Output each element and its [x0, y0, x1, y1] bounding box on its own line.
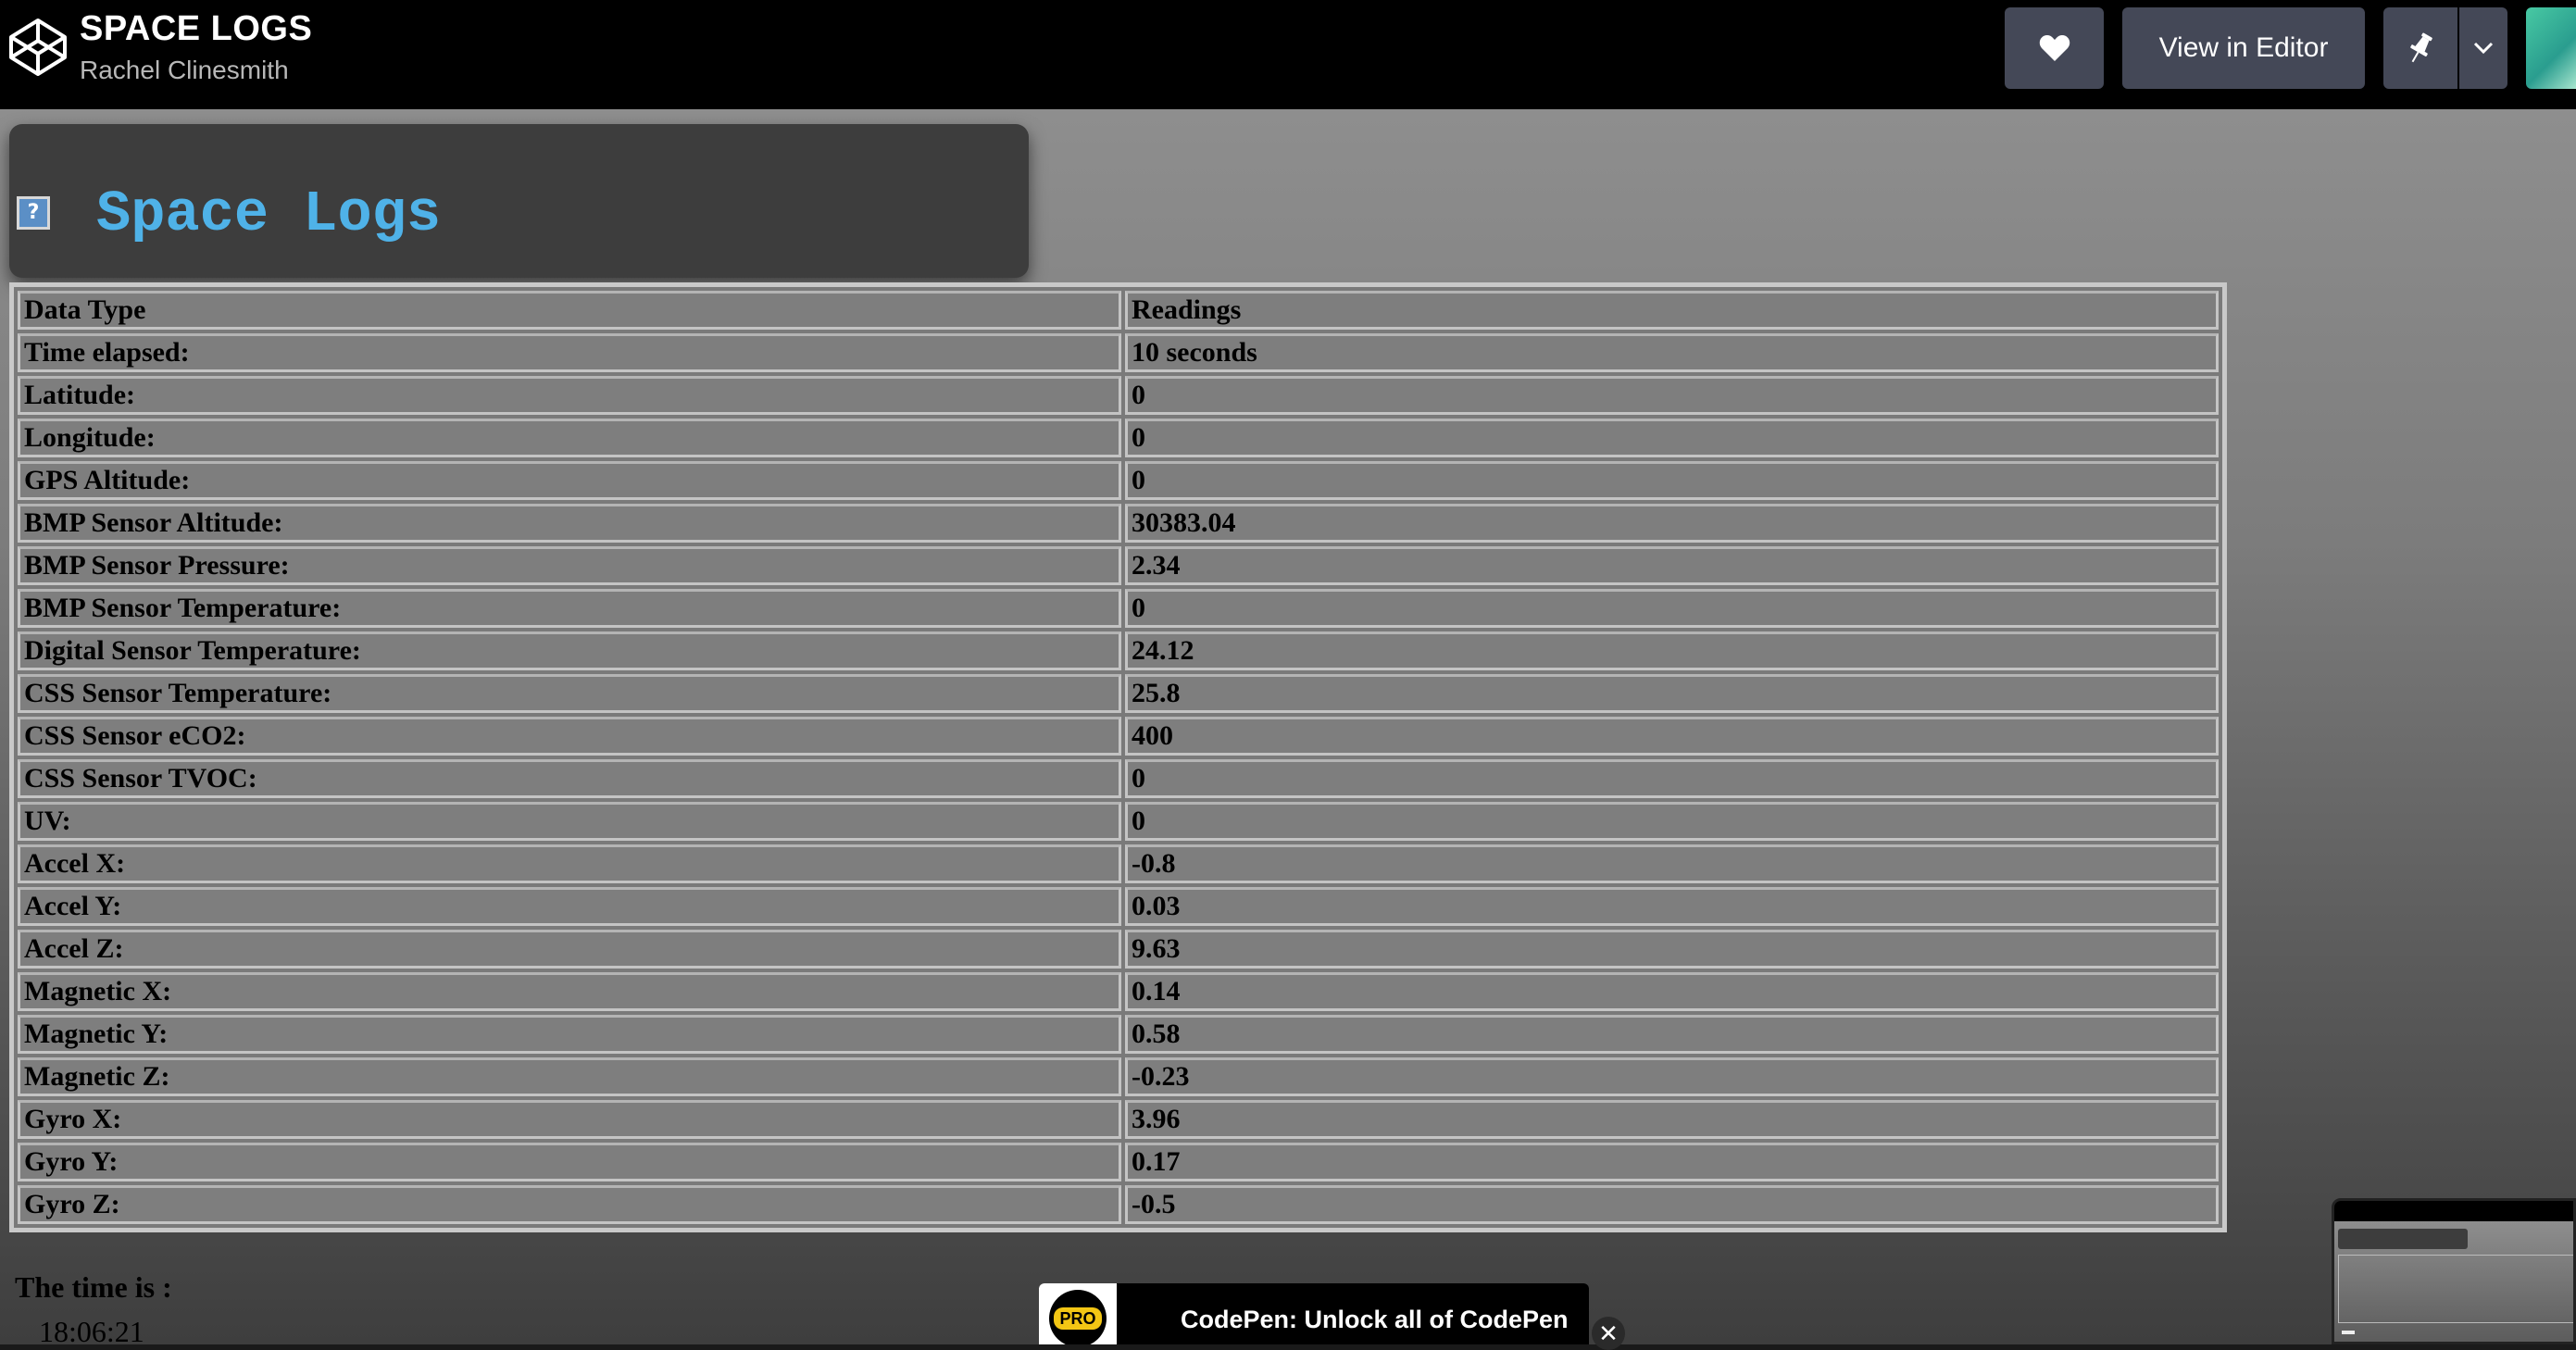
row-value: 30383.04 — [1125, 504, 2219, 543]
pro-badge-label: PRO — [1054, 1307, 1102, 1330]
table-row: CSS Sensor TVOC: 0 — [18, 759, 2219, 798]
time-value: 18:06:21 — [39, 1315, 144, 1344]
table-row: Gyro Z: -0.5 — [18, 1185, 2219, 1224]
table-row: CSS Sensor Temperature: 25.8 — [18, 674, 2219, 713]
table-row: Longitude: 0 — [18, 419, 2219, 457]
pen-author[interactable]: Rachel Clinesmith — [80, 56, 289, 85]
title-panel: ? Space Logs — [9, 124, 1029, 278]
table-row: BMP Sensor Temperature: 0 — [18, 589, 2219, 628]
row-label: Gyro Z: — [18, 1185, 1121, 1224]
pro-badge-container: PRO — [1039, 1283, 1117, 1344]
mini-preview-strip — [2342, 1331, 2355, 1334]
row-value: 10 seconds — [1125, 333, 2219, 372]
row-label: BMP Sensor Altitude: — [18, 504, 1121, 543]
pro-promo-text[interactable]: CodePen: Unlock all of CodePen — [1181, 1306, 1569, 1334]
column-header-readings: Readings — [1125, 291, 2219, 330]
table-row: Gyro Y: 0.17 — [18, 1143, 2219, 1181]
row-value: 9.63 — [1125, 930, 2219, 969]
table-row: Accel Y: 0.03 — [18, 887, 2219, 926]
readings-table: Data Type Readings Time elapsed: 10 secon… — [9, 282, 2227, 1232]
mini-preview-header — [2334, 1201, 2573, 1221]
pro-promo-banner[interactable]: PRO CodePen: Unlock all of CodePen — [1039, 1283, 1589, 1344]
row-label: CSS Sensor Temperature: — [18, 674, 1121, 713]
row-label: BMP Sensor Pressure: — [18, 546, 1121, 585]
row-label: CSS Sensor eCO2: — [18, 717, 1121, 756]
row-label: Magnetic Y: — [18, 1015, 1121, 1054]
broken-image-icon: ? — [17, 196, 50, 230]
heart-icon — [2039, 35, 2070, 61]
chevron-down-icon — [2473, 42, 2494, 55]
row-value: 3.96 — [1125, 1100, 2219, 1139]
row-value: -0.5 — [1125, 1185, 2219, 1224]
table-row: Latitude: 0 — [18, 376, 2219, 415]
pro-badge-icon: PRO — [1049, 1290, 1107, 1344]
row-value: 0 — [1125, 461, 2219, 500]
row-value: 2.34 — [1125, 546, 2219, 585]
user-avatar[interactable] — [2526, 7, 2576, 89]
mini-preview-body — [2334, 1221, 2573, 1342]
table-row: BMP Sensor Pressure: 2.34 — [18, 546, 2219, 585]
table-row: CSS Sensor eCO2: 400 — [18, 717, 2219, 756]
row-value: 24.12 — [1125, 631, 2219, 670]
pin-button[interactable] — [2383, 7, 2457, 89]
row-value: 0.58 — [1125, 1015, 2219, 1054]
row-label: Magnetic Z: — [18, 1057, 1121, 1096]
column-header-data-type: Data Type — [18, 291, 1121, 330]
time-label: The time is : — [15, 1270, 172, 1304]
table-row: UV: 0 — [18, 802, 2219, 841]
codepen-header: SPACE LOGS Rachel Clinesmith View in Edi… — [0, 0, 2576, 109]
row-value: 0 — [1125, 376, 2219, 415]
pin-options-button[interactable] — [2459, 7, 2507, 89]
row-label: GPS Altitude: — [18, 461, 1121, 500]
row-label: Longitude: — [18, 419, 1121, 457]
row-label: BMP Sensor Temperature: — [18, 589, 1121, 628]
row-value: 0 — [1125, 802, 2219, 841]
pen-title[interactable]: SPACE LOGS — [80, 9, 312, 49]
page-title: Space Logs — [96, 181, 442, 247]
pen-preview: ? Space Logs Data Type Readings Time ela… — [0, 109, 2576, 1344]
view-in-editor-button[interactable]: View in Editor — [2122, 7, 2365, 89]
close-icon[interactable]: ✕ — [1592, 1317, 1625, 1350]
row-value: 0.17 — [1125, 1143, 2219, 1181]
table-row: Magnetic X: 0.14 — [18, 972, 2219, 1011]
mini-preview-table — [2338, 1255, 2573, 1323]
table-row: Digital Sensor Temperature: 24.12 — [18, 631, 2219, 670]
like-button[interactable] — [2005, 7, 2104, 89]
row-value: 0.14 — [1125, 972, 2219, 1011]
row-value: 25.8 — [1125, 674, 2219, 713]
row-label: UV: — [18, 802, 1121, 841]
table-row: BMP Sensor Altitude: 30383.04 — [18, 504, 2219, 543]
row-label: Accel X: — [18, 844, 1121, 883]
row-label: Magnetic X: — [18, 972, 1121, 1011]
row-value: 0 — [1125, 589, 2219, 628]
row-label: Latitude: — [18, 376, 1121, 415]
table-row: Accel X: -0.8 — [18, 844, 2219, 883]
codepen-logo-icon[interactable] — [7, 17, 69, 78]
row-label: CSS Sensor TVOC: — [18, 759, 1121, 798]
table-row: Time elapsed: 10 seconds — [18, 333, 2219, 372]
row-label: Accel Z: — [18, 930, 1121, 969]
table-row: Magnetic Z: -0.23 — [18, 1057, 2219, 1096]
row-label: Time elapsed: — [18, 333, 1121, 372]
pin-icon — [2410, 32, 2432, 63]
row-value: 0 — [1125, 419, 2219, 457]
table-row: GPS Altitude: 0 — [18, 461, 2219, 500]
row-value: 400 — [1125, 717, 2219, 756]
row-label: Gyro Y: — [18, 1143, 1121, 1181]
table-row: Accel Z: 9.63 — [18, 930, 2219, 969]
mini-preview-thumbnail[interactable] — [2332, 1198, 2576, 1344]
row-label: Accel Y: — [18, 887, 1121, 926]
row-value: 0 — [1125, 759, 2219, 798]
table-row: Gyro X: 3.96 — [18, 1100, 2219, 1139]
row-value: -0.8 — [1125, 844, 2219, 883]
row-value: 0.03 — [1125, 887, 2219, 926]
row-value: -0.23 — [1125, 1057, 2219, 1096]
table-header-row: Data Type Readings — [18, 291, 2219, 330]
row-label: Gyro X: — [18, 1100, 1121, 1139]
mini-preview-panel — [2338, 1229, 2468, 1249]
table-row: Magnetic Y: 0.58 — [18, 1015, 2219, 1054]
row-label: Digital Sensor Temperature: — [18, 631, 1121, 670]
